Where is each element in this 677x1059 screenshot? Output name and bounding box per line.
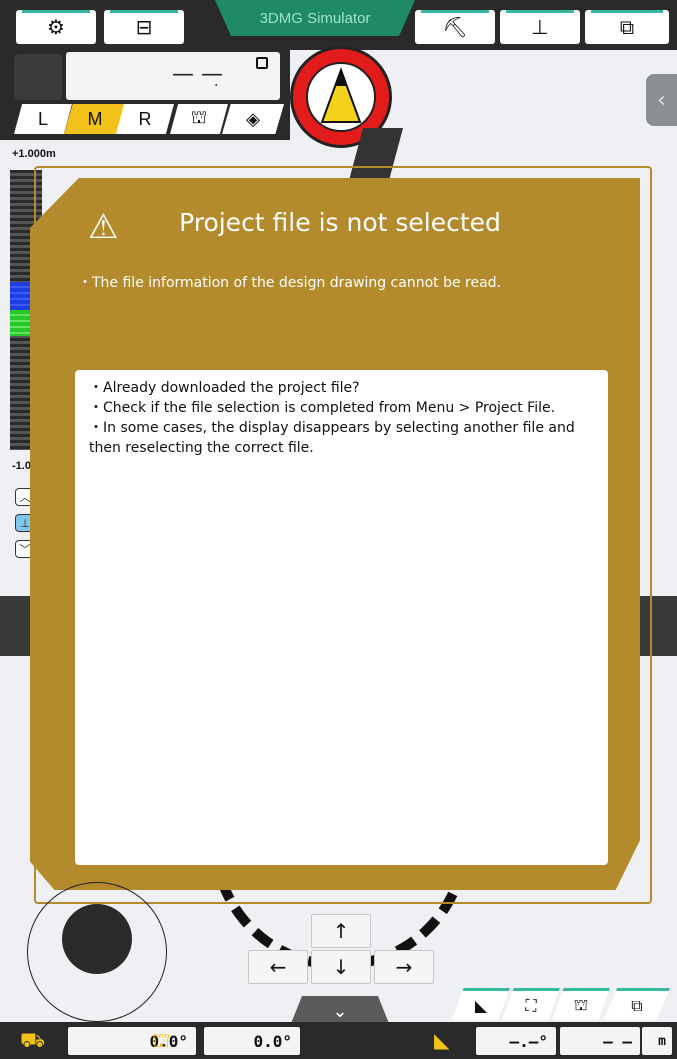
scale-top-label: +1.000m	[12, 148, 56, 160]
angle-value: —.—°	[476, 1027, 556, 1055]
target-point-button[interactable]: ⊥	[500, 10, 580, 44]
plan-icon: ⛫	[573, 995, 589, 1014]
bucket-view-button[interactable]: ◣	[452, 988, 510, 1020]
distance-unit: m	[642, 1027, 672, 1055]
excavator-axis-icon: ⛏	[442, 15, 468, 39]
display-left-slot	[14, 54, 62, 100]
copy-button[interactable]: ⧉	[585, 10, 669, 44]
layout-button[interactable]: ⊟	[104, 10, 184, 44]
display-box: — — .	[66, 52, 280, 100]
compass-face	[306, 62, 376, 132]
copy-icon: ⧉	[619, 15, 635, 39]
stop-icon	[256, 57, 268, 69]
layout-icon: ⊟	[135, 15, 153, 39]
chevron-down-icon: ﹀	[19, 543, 31, 556]
move-right-button[interactable]: →	[374, 950, 434, 984]
joystick-knob[interactable]	[62, 904, 132, 974]
excavator-axis-button[interactable]: ⛏	[415, 10, 495, 44]
display-sub: .	[214, 74, 219, 90]
pitch-icon: ⛟	[20, 1028, 46, 1052]
settings-button[interactable]: ⚙	[16, 10, 96, 44]
copy-icon: ⧉	[631, 995, 643, 1015]
tab-middle[interactable]: M	[64, 104, 126, 134]
move-left-button[interactable]: ←	[248, 950, 308, 984]
zoom-fit-button[interactable]: ⛶	[502, 988, 560, 1020]
tab-target[interactable]: ⛫	[170, 104, 228, 134]
side-panel-toggle[interactable]: ‹	[646, 74, 677, 126]
dialog-body: ・Already downloaded the project file? ・C…	[75, 370, 608, 865]
chevron-left-icon: ‹	[657, 87, 666, 113]
plan-view-button[interactable]: ⛫	[552, 988, 610, 1020]
copy-view-button[interactable]: ⧉	[604, 988, 670, 1020]
dialog-line: ・Already downloaded the project file?	[89, 380, 360, 396]
target-point-icon: ⊥	[531, 15, 549, 39]
bucket-icon: ◣	[474, 996, 488, 1015]
gear-icon: ⚙	[47, 15, 65, 39]
roll-icon: ⛫	[152, 1028, 171, 1052]
target-point-icon: ⊥	[20, 516, 30, 530]
roll-value: 0.0°	[204, 1027, 300, 1055]
tab-3d[interactable]: ◈	[222, 104, 284, 134]
app-title: 3DMG Simulator	[215, 0, 415, 36]
dialog-message: ・The file information of the design draw…	[78, 275, 502, 291]
move-down-button[interactable]: ↓	[311, 950, 371, 984]
heading-arrow-icon	[320, 67, 362, 123]
tab-left[interactable]: L	[14, 104, 72, 134]
distance-value: — —	[560, 1027, 640, 1055]
dialog-line: ・Check if the file selection is complete…	[89, 400, 556, 416]
dialog-title: Project file is not selected	[179, 208, 501, 237]
pitch-value: 0.0°	[68, 1027, 196, 1055]
bucket-angle-icon: ◣	[434, 1028, 450, 1052]
dialog-line: ・In some cases, the display disappears b…	[89, 420, 575, 456]
target-icon: ⛫	[190, 107, 208, 127]
chevron-up-icon: ︿	[19, 491, 31, 504]
zoom-fit-icon: ⛶	[525, 995, 537, 1015]
tab-right[interactable]: R	[116, 104, 174, 134]
cube-icon: ◈	[246, 108, 260, 129]
move-up-button[interactable]: ↑	[311, 914, 371, 948]
